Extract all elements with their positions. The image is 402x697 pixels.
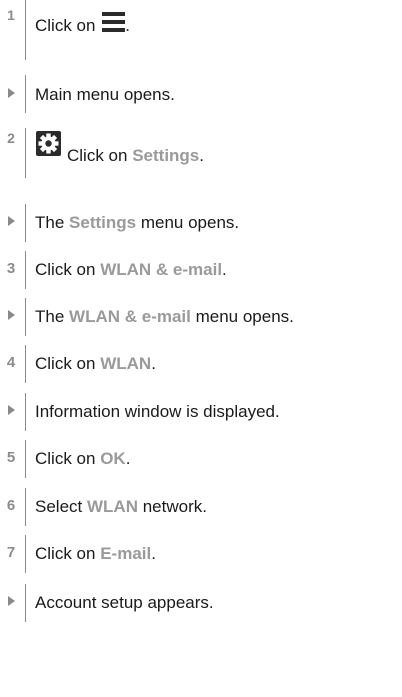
step-divider <box>25 440 26 478</box>
result-text-b: menu opens. <box>195 307 294 326</box>
result-arrow-icon <box>7 310 15 320</box>
result-row-2: The Settings menu opens. <box>0 204 402 248</box>
result-row-4: Information window is displayed. <box>0 393 402 437</box>
result-text: The Settings menu opens. <box>35 213 239 233</box>
step-text-a: Click on <box>35 449 96 468</box>
step-text-b: . <box>125 16 130 35</box>
step-divider <box>25 345 26 383</box>
step-text-highlight: WLAN <box>100 354 152 373</box>
step-text-a: Click on <box>35 16 96 35</box>
step-text-highlight: E-mail <box>100 544 152 563</box>
step-divider <box>25 488 26 526</box>
step-text-a: Click on <box>35 260 96 279</box>
step-row-7: 7 Click on E-mail. <box>0 535 402 579</box>
step-text-highlight: WLAN & e-mail <box>100 260 223 279</box>
step-row-1: 1 Click on . <box>0 0 402 75</box>
step-text-a: Click on <box>35 544 96 563</box>
result-text-a: The <box>35 213 65 232</box>
step-number: 2 <box>7 130 15 146</box>
step-text-b: . <box>151 544 156 563</box>
step-text-a: Select <box>35 497 83 516</box>
step-number: 1 <box>7 7 15 23</box>
result-arrow <box>0 402 22 419</box>
result-text-a: Main menu opens. <box>35 85 175 104</box>
step-text-b: . <box>125 449 131 468</box>
result-arrow <box>0 593 22 610</box>
step-number: 6 <box>6 497 16 514</box>
step-text-highlight: OK <box>100 449 126 468</box>
step-text: Click on . <box>35 12 130 36</box>
result-text-b: menu opens. <box>140 213 240 232</box>
result-arrow-icon <box>7 216 15 226</box>
result-divider <box>25 584 26 622</box>
step-text: Select WLAN network. <box>35 497 207 517</box>
result-divider <box>25 393 26 431</box>
result-row-5: Account setup appears. <box>0 584 402 628</box>
step-text: Click on WLAN & e-mail. <box>35 260 227 280</box>
result-row-1: Main menu opens. <box>0 75 402 120</box>
step-row-4: 4 Click on WLAN. <box>0 345 402 389</box>
result-text: Account setup appears. <box>35 593 214 613</box>
step-text-highlight: WLAN <box>86 497 138 516</box>
result-arrow <box>0 307 22 324</box>
result-text: Information window is displayed. <box>35 402 280 422</box>
step-text: Click on E-mail. <box>35 544 156 564</box>
step-number: 7 <box>6 544 16 561</box>
step-text-b: . <box>222 260 227 279</box>
step-divider <box>25 535 26 573</box>
step-text: Click on WLAN. <box>35 354 156 374</box>
result-row-3: The WLAN & e-mail menu opens. <box>0 298 402 342</box>
step-text-b: network. <box>142 497 207 516</box>
step-divider <box>25 251 26 289</box>
gear-icon <box>36 131 61 156</box>
step-row-6: 6 Select WLAN network. <box>0 488 402 532</box>
step-text-b: . <box>151 354 156 373</box>
hamburger-menu-icon <box>102 12 126 32</box>
result-arrow-icon <box>7 596 15 606</box>
result-arrow <box>0 213 22 230</box>
step-divider <box>25 128 26 178</box>
step-number: 5 <box>6 449 16 466</box>
step-text: Click on Settings. <box>67 146 204 166</box>
step-text-highlight: Settings <box>132 146 200 165</box>
result-text-highlight: WLAN & e-mail <box>69 307 191 326</box>
result-divider <box>25 298 26 336</box>
step-row-5: 5 Click on OK. <box>0 440 402 484</box>
step-divider <box>25 0 26 60</box>
result-divider <box>25 75 26 113</box>
step-text-a: Click on <box>67 146 128 165</box>
step-text: Click on OK. <box>35 449 130 469</box>
step-number: 3 <box>6 260 16 277</box>
result-text: Main menu opens. <box>35 85 175 105</box>
step-row-2: 2 Click on Settings. <box>0 128 402 180</box>
result-text-a: The <box>35 307 65 326</box>
result-text-a: Information window is displayed. <box>35 402 280 421</box>
result-text-a: Account setup appears. <box>35 593 214 612</box>
result-text: The WLAN & e-mail menu opens. <box>35 307 294 327</box>
result-arrow-icon <box>7 405 15 415</box>
step-number: 4 <box>6 354 16 371</box>
step-text-b: . <box>199 146 204 165</box>
instruction-steps: 1 Click on . Main menu opens. 2 Click on… <box>0 0 402 697</box>
step-text-a: Click on <box>35 354 96 373</box>
result-divider <box>25 204 26 242</box>
step-row-3: 3 Click on WLAN & e-mail. <box>0 251 402 295</box>
result-arrow <box>0 85 22 102</box>
result-text-highlight: Settings <box>69 213 137 232</box>
result-arrow-icon <box>7 88 15 98</box>
